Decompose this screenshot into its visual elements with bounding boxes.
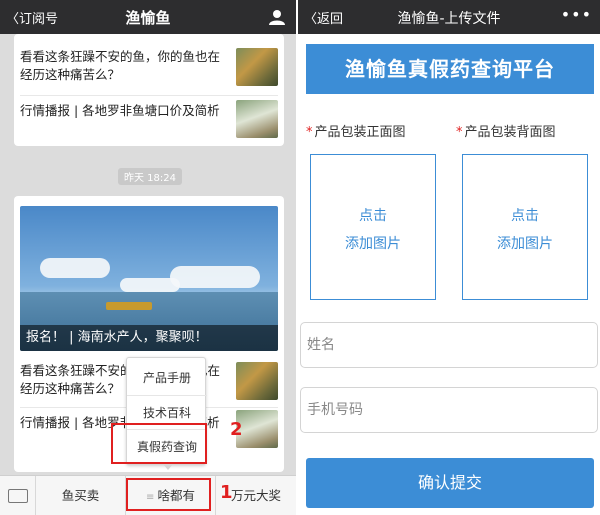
article-row[interactable]: 看看这条狂躁不安的鱼，你的鱼也在经历这种痛苦么？: [20, 42, 278, 96]
boat-shape: [106, 302, 152, 310]
article-thumbnail: [236, 48, 278, 86]
article-title: 看看这条狂躁不安的鱼，你的鱼也在经历这种痛苦么？: [20, 49, 221, 82]
keyboard-icon: [8, 489, 28, 503]
subscription-chat-screen: 〈订阅号 渔愉鱼 看看这条狂躁不安的鱼，你的鱼也在经历这种痛苦么？ 行情播报 |…: [0, 0, 296, 515]
more-options-icon[interactable]: •••: [561, 5, 592, 24]
feature-article-caption: 报名！ | 海南水产人，聚聚呗！: [20, 325, 278, 351]
message-timestamp: 昨天 18:24: [118, 168, 182, 185]
upload-front-image-button[interactable]: 点击 添加图片: [310, 154, 436, 300]
annotation-number-1: 1: [220, 482, 233, 503]
article-title: 行情播报 | 各地罗非鱼塘口价及简析: [20, 103, 220, 118]
keyboard-toggle-button[interactable]: [0, 476, 36, 515]
page-title: 渔愉鱼: [125, 9, 171, 27]
article-thumbnail: [236, 362, 278, 400]
upload-form-screen: 〈返回 渔愉鱼-上传文件 ••• 渔愉鱼真假药查询平台 * 产品包装正面图 * 产品…: [298, 0, 600, 515]
highlight-box-tab: [126, 478, 211, 511]
page-title: 渔愉鱼-上传文件: [397, 11, 501, 27]
highlight-box-menu-item: [111, 423, 207, 464]
top-bar: 〈订阅号 渔愉鱼: [0, 0, 296, 34]
submit-button[interactable]: 确认提交: [306, 458, 594, 508]
person-icon[interactable]: [268, 8, 286, 26]
article-card-earlier: 看看这条狂躁不安的鱼，你的鱼也在经历这种痛苦么？ 行情播报 | 各地罗非鱼塘口价…: [14, 34, 284, 146]
feature-article-image[interactable]: 报名！ | 海南水产人，聚聚呗！: [20, 206, 278, 351]
top-bar: 〈返回 渔愉鱼-上传文件 •••: [298, 0, 600, 34]
tab-fish-trade[interactable]: 鱼买卖: [36, 476, 126, 515]
upload-back-image-button[interactable]: 点击 添加图片: [462, 154, 588, 300]
popup-caret: [163, 464, 173, 470]
upload-front-label: * 产品包装正面图: [306, 125, 406, 140]
platform-banner: 渔愉鱼真假药查询平台: [306, 44, 594, 94]
upload-back-label: * 产品包装背面图: [456, 125, 556, 140]
required-mark: *: [456, 125, 463, 140]
article-thumbnail: [236, 100, 278, 138]
annotation-number-2: 2: [230, 419, 243, 440]
phone-input[interactable]: [300, 387, 598, 433]
menu-item-product-manual[interactable]: 产品手册: [127, 361, 207, 395]
article-row[interactable]: 行情播报 | 各地罗非鱼塘口价及简析: [20, 96, 278, 146]
required-mark: *: [306, 125, 313, 140]
name-input[interactable]: [300, 322, 598, 368]
